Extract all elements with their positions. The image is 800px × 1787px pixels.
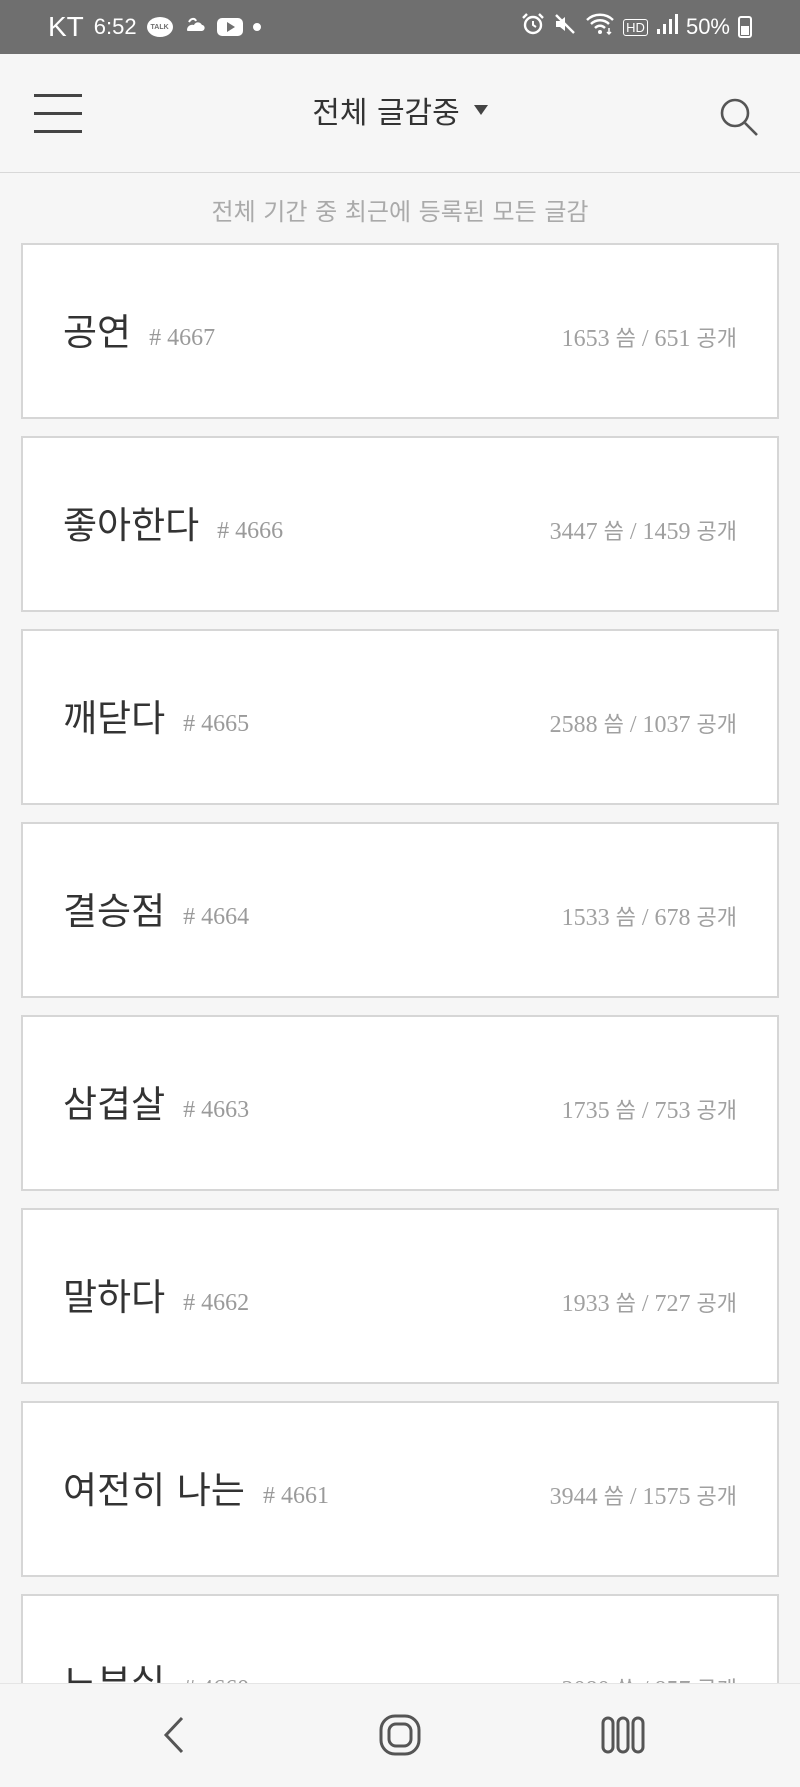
prompt-number: # 4663 (183, 1097, 250, 1123)
public-label: 공개 (696, 520, 737, 545)
written-count: 1735 (561, 1098, 610, 1124)
stats-separator: / (641, 1291, 649, 1317)
stats-separator: / (629, 519, 637, 545)
prompt-word: 깨닫다 # 4665 (63, 699, 249, 744)
prompt-word: 좋아한다 # 4666 (63, 506, 283, 551)
list-item[interactable]: 삼겹살 # 4663 1735 씀 / 753 공개 (21, 1015, 779, 1191)
written-label: 씀 (615, 1292, 636, 1317)
public-label: 공개 (696, 906, 737, 931)
list-item[interactable]: 결승점 # 4664 1533 씀 / 678 공개 (21, 822, 779, 998)
prompt-title: 결승점 (63, 890, 166, 933)
stats-separator: / (629, 1484, 637, 1510)
written-label: 씀 (603, 520, 624, 545)
system-nav-bar (0, 1683, 800, 1784)
prompt-title: 좋아한다 (63, 504, 200, 547)
written-count: 1653 (561, 326, 610, 352)
public-label: 공개 (696, 1292, 737, 1317)
chevron-down-icon (473, 105, 488, 115)
status-bar: KT 6:52 TALK HD 50% (0, 0, 800, 54)
list-item[interactable]: 공연 # 4667 1653 씀 / 651 공개 (21, 243, 779, 419)
written-label: 씀 (615, 327, 636, 352)
public-label: 공개 (696, 1099, 737, 1124)
prompt-number: # 4664 (183, 904, 250, 930)
page-title: 전체 글감중 (312, 96, 460, 131)
written-label: 씀 (603, 713, 624, 738)
stats-separator: / (641, 326, 649, 352)
prompt-list: 공연 # 4667 1653 씀 / 651 공개 좋아한다 # 4666 3447 씀 … (21, 243, 779, 1787)
public-label: 공개 (696, 713, 737, 738)
written-label: 씀 (615, 1099, 636, 1124)
dot-icon (252, 23, 261, 31)
prompt-stats: 1933 씀 / 727 공개 (562, 1286, 737, 1318)
signal-icon (656, 13, 678, 41)
written-label: 씀 (603, 1485, 624, 1510)
public-count: 753 (654, 1098, 691, 1124)
public-count: 727 (654, 1291, 691, 1317)
written-count: 1533 (561, 905, 610, 931)
recents-icon[interactable] (600, 1712, 646, 1758)
written-count: 2588 (549, 712, 598, 738)
prompt-word: 말하다 # 4662 (63, 1278, 249, 1323)
public-count: 1575 (642, 1484, 691, 1510)
prompt-number: # 4667 (149, 325, 216, 351)
battery-percent: 50% (685, 14, 730, 39)
prompt-stats: 2588 씀 / 1037 공개 (550, 707, 737, 739)
prompt-title: 삼겹살 (63, 1083, 166, 1126)
kakaotalk-icon: TALK (146, 17, 173, 37)
alarm-icon (521, 12, 545, 42)
list-item[interactable]: 좋아한다 # 4666 3447 씀 / 1459 공개 (21, 436, 779, 612)
stats-separator: / (629, 712, 637, 738)
list-item[interactable]: 깨닫다 # 4665 2588 씀 / 1037 공개 (21, 629, 779, 805)
prompt-word: 여전히 나는 # 4661 (63, 1471, 329, 1516)
public-count: 1459 (642, 519, 691, 545)
hd-icon: HD (623, 18, 648, 36)
battery-icon (738, 16, 752, 38)
back-icon[interactable] (152, 1712, 198, 1758)
prompt-title: 깨닫다 (63, 697, 166, 740)
public-count: 651 (654, 326, 691, 352)
list-item[interactable]: 말하다 # 4662 1933 씀 / 727 공개 (21, 1208, 779, 1384)
carrier-label: KT (48, 11, 84, 42)
wifi-icon (585, 12, 615, 42)
search-icon[interactable] (718, 96, 760, 138)
prompt-title: 공연 (63, 311, 132, 354)
prompt-word: 공연 # 4667 (63, 313, 215, 358)
written-count: 3447 (549, 519, 598, 545)
stats-separator: / (641, 1098, 649, 1124)
prompt-stats: 1653 씀 / 651 공개 (562, 321, 737, 353)
prompt-number: # 4665 (183, 711, 250, 737)
public-count: 678 (654, 905, 691, 931)
list-description: 전체 기간 중 최근에 등록된 모든 글감 (211, 198, 589, 226)
prompt-stats: 1533 씀 / 678 공개 (562, 900, 737, 932)
prompt-stats: 1735 씀 / 753 공개 (562, 1093, 737, 1125)
written-count: 3944 (549, 1484, 598, 1510)
written-label: 씀 (615, 906, 636, 931)
prompt-stats: 3944 씀 / 1575 공개 (550, 1479, 737, 1511)
public-count: 1037 (642, 712, 691, 738)
app-header: 전체 글감중 (0, 54, 800, 173)
public-label: 공개 (696, 1485, 737, 1510)
stats-separator: / (641, 905, 649, 931)
prompt-title: 여전히 나는 (63, 1469, 245, 1512)
category-dropdown[interactable]: 전체 글감중 (312, 88, 488, 132)
youtube-icon (216, 18, 243, 36)
clock: 6:52 (93, 14, 137, 39)
home-icon[interactable] (377, 1712, 423, 1758)
weather-icon (183, 14, 207, 41)
prompt-number: # 4662 (183, 1290, 250, 1316)
prompt-number: # 4666 (217, 518, 284, 544)
public-label: 공개 (696, 327, 737, 352)
written-count: 1933 (561, 1291, 610, 1317)
prompt-title: 말하다 (63, 1276, 166, 1319)
list-item[interactable]: 여전히 나는 # 4661 3944 씀 / 1575 공개 (21, 1401, 779, 1577)
prompt-number: # 4661 (262, 1483, 329, 1509)
prompt-word: 삼겹살 # 4663 (63, 1085, 249, 1130)
prompt-stats: 3447 씀 / 1459 공개 (550, 514, 737, 546)
prompt-word: 결승점 # 4664 (63, 892, 249, 937)
mute-icon (553, 12, 577, 42)
